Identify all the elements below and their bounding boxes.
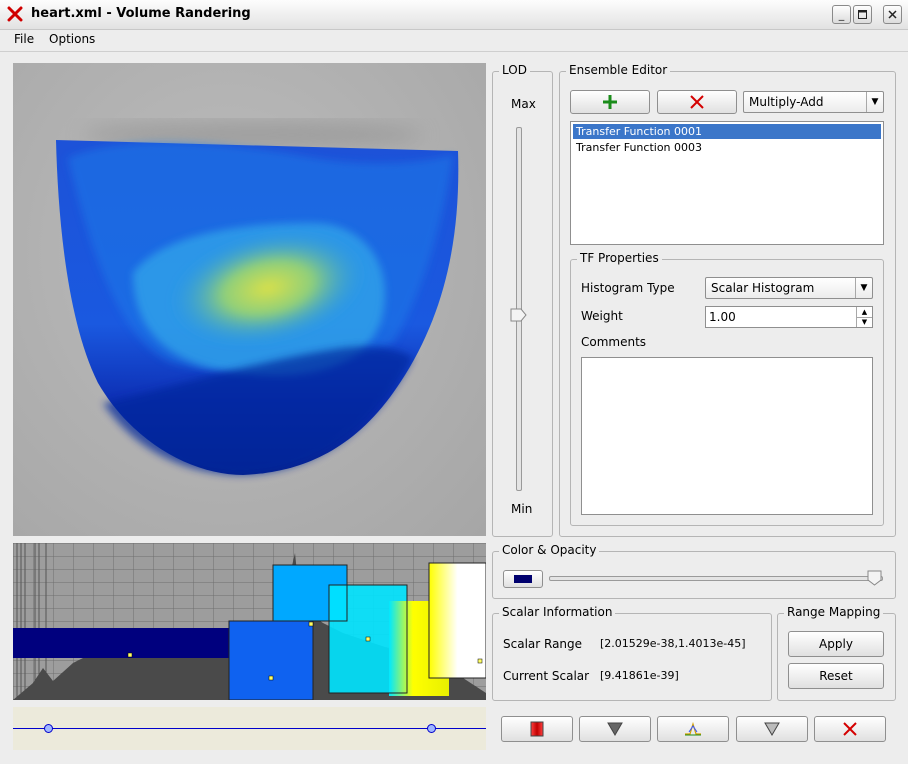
triangle-outline-tf-button[interactable] [736, 716, 808, 742]
tf-list-item[interactable]: Transfer Function 0003 [573, 140, 881, 155]
range-line [13, 728, 486, 729]
color-swatch [514, 575, 532, 583]
histogram-type-select[interactable]: Scalar Histogram ▼ [705, 277, 873, 299]
window-title: heart.xml - Volume Randering [31, 6, 251, 21]
color-opacity-group [492, 551, 896, 599]
lod-group [492, 71, 553, 537]
range-handle-min[interactable] [44, 724, 53, 733]
tf-list[interactable]: Transfer Function 0001 Transfer Function… [570, 121, 884, 245]
current-scalar-value: [9.41861e-39] [600, 669, 679, 682]
histogram-type-value: Scalar Histogram [711, 281, 815, 295]
triangle-tf-button[interactable] [579, 716, 651, 742]
menu-options[interactable]: Options [49, 32, 95, 46]
maximize-button[interactable] [853, 5, 872, 24]
triangle-down-icon [607, 722, 623, 736]
blend-mode-value: Multiply-Add [749, 95, 824, 109]
opacity-slider-handle[interactable] [867, 570, 882, 586]
delete-tf-button[interactable] [814, 716, 886, 742]
x-logo-icon [7, 6, 23, 22]
remove-tf-button[interactable] [657, 90, 737, 114]
apply-button[interactable]: Apply [788, 631, 884, 657]
delete-icon [843, 722, 857, 736]
triangle-down-outline-icon [764, 722, 780, 736]
range-mapping-title: Range Mapping [784, 605, 884, 619]
lod-slider-handle[interactable] [510, 308, 527, 322]
histogram-type-label: Histogram Type [581, 281, 675, 295]
tf-list-item[interactable]: Transfer Function 0001 [573, 124, 881, 139]
chevron-down-icon: ▼ [855, 278, 872, 298]
current-scalar-label: Current Scalar [503, 669, 590, 683]
range-handle-max[interactable] [427, 724, 436, 733]
lod-min-label: Min [511, 502, 533, 516]
color-opacity-title: Color & Opacity [499, 543, 600, 557]
spin-down-icon[interactable]: ▼ [856, 317, 872, 327]
weight-label: Weight [581, 309, 623, 323]
weight-value: 1.00 [709, 310, 736, 324]
title-bar: heart.xml - Volume Randering _ [0, 0, 908, 30]
maximize-icon [858, 10, 867, 19]
lod-title: LOD [499, 63, 530, 77]
comments-textarea[interactable] [581, 357, 873, 515]
plus-icon [603, 95, 617, 109]
transfer-function-histogram[interactable] [13, 543, 486, 700]
minimize-icon: _ [838, 8, 845, 21]
menu-bar: File Options [0, 29, 908, 52]
color-ramp-button[interactable] [501, 716, 573, 742]
chevron-down-icon: ▼ [866, 92, 883, 112]
add-tf-button[interactable] [570, 90, 650, 114]
weight-spinbox[interactable]: 1.00 ▲ ▼ [705, 306, 873, 328]
lod-max-label: Max [511, 97, 536, 111]
menu-file[interactable]: File [14, 32, 34, 46]
color-swatch-button[interactable] [503, 570, 543, 588]
blend-mode-select[interactable]: Multiply-Add ▼ [743, 91, 884, 113]
volume-render-view[interactable] [13, 63, 486, 536]
peak-tf-button[interactable] [657, 716, 729, 742]
scalar-info-group [492, 613, 772, 701]
opacity-slider-track[interactable] [549, 576, 883, 581]
close-window-button[interactable] [883, 5, 902, 24]
scalar-range-label: Scalar Range [503, 637, 583, 651]
ensemble-editor-title: Ensemble Editor [566, 63, 671, 77]
peak-icon [685, 722, 701, 736]
scalar-range-track[interactable] [13, 707, 486, 750]
scalar-range-value: [2.01529e-38,1.4013e-45] [600, 637, 746, 650]
reset-button[interactable]: Reset [788, 663, 884, 689]
x-icon [690, 95, 704, 109]
minimize-button[interactable]: _ [832, 5, 851, 24]
close-icon [888, 10, 897, 19]
heart-volume-render [56, 121, 459, 475]
comments-label: Comments [581, 335, 647, 349]
histogram-canvas [13, 543, 486, 700]
scalar-info-title: Scalar Information [499, 605, 616, 619]
tf-properties-title: TF Properties [577, 251, 662, 265]
color-ramp-icon [530, 721, 544, 737]
